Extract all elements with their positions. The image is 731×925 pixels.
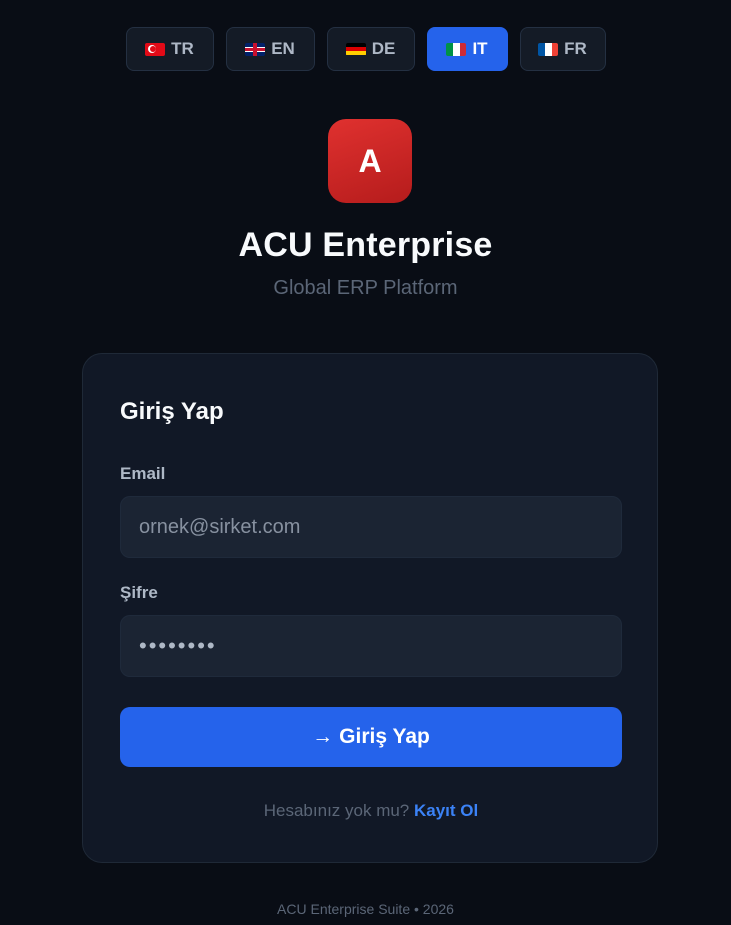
lang-label: TR xyxy=(171,39,194,58)
password-label: Şifre xyxy=(120,583,158,602)
login-card: Giriş Yap Email Şifre → Giriş Yap Hesabı… xyxy=(82,353,658,863)
login-submit-button[interactable]: → Giriş Yap xyxy=(120,707,622,767)
italy-flag-icon xyxy=(446,42,467,56)
login-title: Giriş Yap xyxy=(120,398,224,425)
register-prompt: Hesabınız yok mu? Kayıt Ol xyxy=(83,801,659,821)
uk-flag-icon xyxy=(245,42,266,56)
germany-flag-icon xyxy=(345,42,366,56)
app-logo: A xyxy=(328,119,412,203)
lang-button-it[interactable]: IT xyxy=(426,27,508,71)
lang-label: IT xyxy=(472,39,488,58)
lang-label: DE xyxy=(371,39,396,58)
brand-subtitle: Global ERP Platform xyxy=(273,277,458,299)
lang-label: FR xyxy=(564,39,587,58)
lang-button-de[interactable]: DE xyxy=(326,27,415,71)
lang-button-fr[interactable]: FR xyxy=(519,27,606,71)
register-prompt-text: Hesabınız yok mu? xyxy=(263,801,410,820)
login-page: TR EN DE IT FR A ACU Enterprise Global E… xyxy=(0,0,731,925)
footer-text: ACU Enterprise Suite • 2026 xyxy=(277,901,454,917)
email-input[interactable] xyxy=(120,496,622,558)
submit-label: Giriş Yap xyxy=(339,725,430,748)
brand-title: ACU Enterprise xyxy=(238,226,493,264)
password-input[interactable] xyxy=(120,615,622,677)
email-label: Email xyxy=(120,464,166,483)
language-selector: TR EN DE IT FR xyxy=(0,27,731,71)
turkey-flag-icon xyxy=(145,42,166,56)
logo-letter: A xyxy=(358,142,382,179)
register-link[interactable]: Kayıt Ol xyxy=(414,801,478,820)
lang-button-tr[interactable]: TR xyxy=(125,27,214,71)
arrow-right-icon: → xyxy=(312,725,334,748)
france-flag-icon xyxy=(538,42,559,56)
lang-button-en[interactable]: EN xyxy=(225,27,315,71)
lang-label: EN xyxy=(271,39,295,58)
